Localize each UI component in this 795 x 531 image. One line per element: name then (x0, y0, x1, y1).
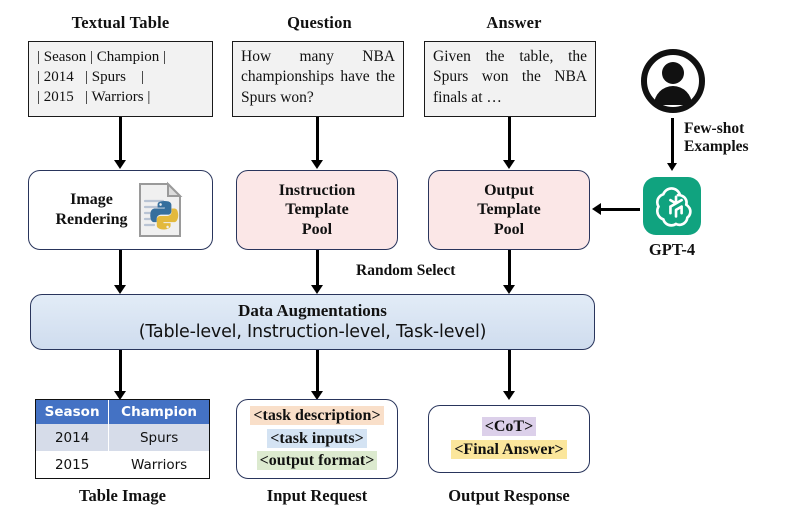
arrow-head-gpt-to-output-pool (592, 203, 601, 215)
arrow-head-answer-to-output (503, 160, 515, 169)
few-shot-examples-label: Few-shot Examples (684, 120, 749, 157)
title-answer: Answer (486, 13, 542, 32)
arrow-line-augment-to-input-request (316, 350, 320, 394)
image-rendering-label-line1: Image (70, 191, 113, 209)
table-image-header-champion: Champion (108, 400, 209, 424)
output-response-token-final-answer: <Final Answer> (451, 439, 567, 462)
arrow-line-question-to-instruction (316, 117, 320, 162)
textual-table-box: | Season | Champion | | 2014 | Spurs | |… (28, 41, 213, 117)
output-token-1-text: <CoT> (481, 417, 537, 437)
few-shot-line1: Few-shot (684, 120, 745, 137)
input-request-token-output-format: <output format> (250, 450, 383, 473)
question-box: How many NBA championships have the Spur… (232, 41, 404, 117)
image-rendering-label-line2: Rendering (55, 211, 128, 228)
table-image-header-row: Season Champion (36, 400, 209, 424)
random-select-label: Random Select (356, 262, 456, 279)
arrow-head-table-to-render (114, 160, 126, 169)
data-augmentations-line2: (Table-level, Instruction-level, Task-le… (138, 321, 487, 342)
few-shot-line2: Examples (684, 138, 749, 156)
textual-table-line-3: | 2015 | Warriors | (37, 89, 151, 106)
data-augmentations-line1: Data Augmentations (238, 300, 387, 320)
user-avatar-icon (640, 48, 706, 114)
arrow-line-instruction-to-augment (316, 250, 320, 288)
instruction-pool-line3: Pool (301, 220, 333, 238)
textual-table-line-2: | 2014 | Spurs | (37, 69, 144, 86)
caption-output-response: Output Response (448, 486, 570, 505)
input-request-token-task-description: <task description> (250, 405, 384, 428)
arrow-line-render-to-augment (119, 250, 123, 288)
table-row: 2014 Spurs (36, 424, 209, 451)
input-token-1-text: <task description> (250, 405, 384, 425)
input-request-token-task-inputs: <task inputs> (250, 428, 383, 451)
table-cell-champion-warriors: Warriors (108, 451, 209, 478)
input-token-3-text: <output format> (256, 451, 378, 471)
arrow-head-question-to-instruction (311, 160, 323, 169)
arrow-line-table-to-render (119, 117, 123, 162)
textual-table-line-1: | Season | Champion | (37, 49, 167, 65)
output-response-box: <CoT> <Final Answer> (428, 405, 590, 473)
gpt4-logo-icon (643, 177, 701, 235)
arrow-head-render-to-augment (114, 285, 126, 294)
instruction-pool-line2: Template (285, 201, 349, 219)
table-row: 2015 Warriors (36, 451, 209, 478)
table-cell-season-2014: 2014 (36, 424, 110, 451)
instruction-pool-line1: Instruction (278, 181, 356, 199)
gpt4-label: GPT-4 (648, 240, 696, 259)
question-text: How many NBA championships have the Spur… (241, 48, 395, 106)
title-textual-table: Textual Table (71, 13, 170, 32)
arrow-line-augment-to-table-image (119, 350, 123, 394)
arrow-head-instruction-to-augment (311, 285, 323, 294)
arrow-head-augment-to-output-response (503, 391, 515, 400)
output-token-2-text: <Final Answer> (451, 440, 567, 459)
caption-table-image: Table Image (79, 486, 166, 505)
input-token-2-text: <task inputs> (267, 428, 367, 448)
arrow-head-output-to-augment (503, 285, 515, 294)
output-response-token-cot: <CoT> (451, 416, 566, 439)
arrow-line-answer-to-output (508, 117, 512, 162)
table-cell-season-2015: 2015 (36, 451, 110, 478)
output-pool-line3: Pool (493, 220, 525, 238)
arrow-line-fewshot-to-gpt (671, 118, 675, 166)
data-augmentations-box[interactable]: Data Augmentations (Table-level, Instruc… (30, 294, 595, 350)
image-rendering-box[interactable]: Image Rendering (28, 170, 213, 250)
arrow-head-fewshot-to-gpt (667, 163, 677, 171)
output-template-pool-box[interactable]: Output Template Pool (428, 170, 590, 250)
arrow-line-augment-to-output-response (508, 350, 512, 394)
input-request-box: <task description> <task inputs> <output… (236, 399, 398, 479)
table-cell-champion-spurs: Spurs (108, 424, 209, 451)
arrow-line-output-to-augment (508, 250, 512, 288)
answer-box: Given the table, the Spurs won the NBA f… (424, 41, 596, 117)
table-image-output: Season Champion 2014 Spurs 2015 Warriors (35, 399, 210, 479)
answer-text: Given the table, the Spurs won the NBA f… (433, 48, 587, 106)
table-image-header-season: Season (36, 400, 110, 424)
output-pool-line2: Template (477, 201, 541, 219)
title-question: Question (287, 13, 352, 32)
arrow-line-gpt-to-output-pool (600, 208, 640, 211)
python-script-icon (134, 181, 186, 239)
caption-input-request: Input Request (266, 486, 368, 505)
output-pool-line1: Output (484, 181, 534, 199)
instruction-template-pool-box[interactable]: Instruction Template Pool (236, 170, 398, 250)
